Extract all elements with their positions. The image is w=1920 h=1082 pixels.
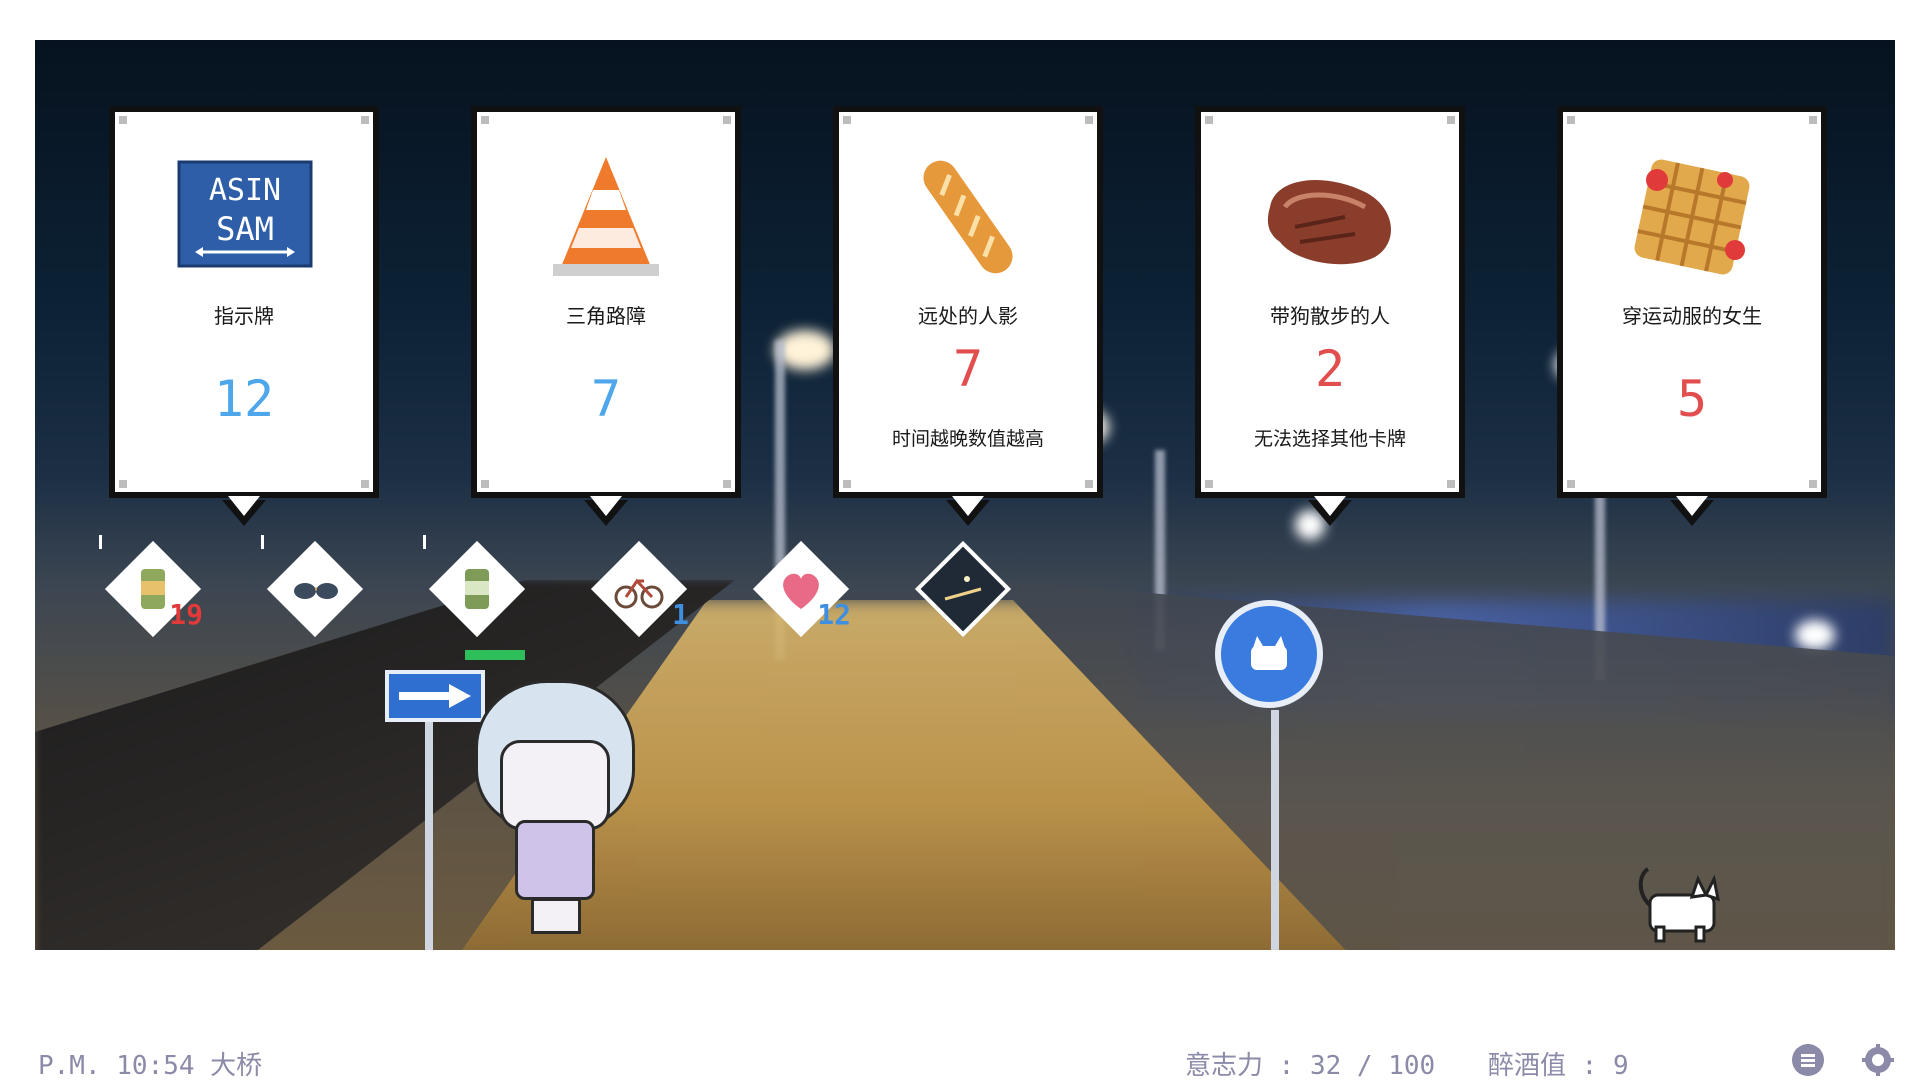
item-count: 19 bbox=[169, 598, 203, 631]
bicycle-icon bbox=[614, 578, 664, 609]
character-face bbox=[500, 740, 610, 830]
card-name: 指示牌 bbox=[214, 304, 274, 328]
svg-text:SAM: SAM bbox=[216, 210, 274, 248]
item-count: 1 bbox=[672, 598, 689, 631]
card-value: 2 bbox=[1314, 340, 1346, 398]
card-value: 5 bbox=[1676, 370, 1708, 428]
card-name: 穿运动服的女生 bbox=[1622, 304, 1762, 328]
card-value: 12 bbox=[213, 370, 275, 428]
item-slot[interactable] bbox=[261, 535, 359, 633]
waffle-icon bbox=[1634, 159, 1750, 275]
card-effect-note: 无法选择其他卡牌 bbox=[1253, 428, 1406, 450]
white-cat-icon bbox=[1638, 867, 1720, 943]
card-value: 7 bbox=[590, 370, 622, 428]
baguette-icon bbox=[923, 160, 1013, 274]
menu-icon bbox=[1801, 1054, 1815, 1067]
character-body bbox=[515, 820, 595, 900]
item-count: 12 bbox=[817, 598, 851, 631]
sunglasses-icon bbox=[294, 583, 338, 599]
character-legs bbox=[531, 898, 581, 934]
game-scene: ASIN SAM 指示牌 12 三角路障 7 远处的人影 7 时间越晚数值越高 … bbox=[35, 40, 1895, 950]
item-slot[interactable]: 1 bbox=[595, 545, 689, 633]
cat-road-sign bbox=[1215, 600, 1335, 950]
willpower-label: 意志力 : 32 / 100 bbox=[1185, 1051, 1436, 1081]
card-name: 带狗散步的人 bbox=[1270, 304, 1390, 328]
card-traffic-cone[interactable]: 三角路障 7 bbox=[477, 112, 735, 526]
gear-icon bbox=[1862, 1044, 1894, 1076]
card-distant-figure[interactable]: 远处的人影 7 时间越晚数值越高 bbox=[839, 112, 1097, 526]
menu-button[interactable] bbox=[1792, 1044, 1824, 1076]
drunk-level-label: 醉酒值 : 9 bbox=[1488, 1051, 1629, 1081]
player-character bbox=[455, 650, 645, 950]
card-sign[interactable]: ASIN SAM 指示牌 12 bbox=[115, 112, 373, 526]
steak-icon bbox=[1267, 180, 1392, 265]
card-value: 7 bbox=[952, 340, 984, 398]
time-location-label: P.M. 10:54 大桥 bbox=[38, 1051, 263, 1081]
settings-button[interactable] bbox=[1862, 1044, 1894, 1076]
character-health-bar bbox=[465, 650, 525, 660]
item-slot[interactable]: 19 bbox=[99, 535, 203, 633]
card-name: 远处的人影 bbox=[918, 304, 1018, 328]
item-slot[interactable]: 12 bbox=[757, 545, 851, 633]
night-bridge-icon bbox=[943, 569, 983, 609]
card-effect-note: 时间越晚数值越高 bbox=[891, 428, 1044, 450]
sign-icon: ASIN SAM bbox=[177, 160, 313, 268]
card-name: 三角路障 bbox=[566, 304, 646, 328]
cat-icon bbox=[1251, 636, 1287, 670]
card-sporty-girl[interactable]: 穿运动服的女生 5 bbox=[1563, 112, 1821, 526]
street-light bbox=[1795, 620, 1835, 650]
item-slot[interactable] bbox=[919, 545, 1007, 633]
card-dog-walker[interactable]: 带狗散步的人 2 无法选择其他卡牌 bbox=[1201, 112, 1459, 526]
traffic-cone-icon bbox=[553, 157, 659, 276]
item-slot[interactable] bbox=[423, 535, 521, 633]
beer-can-icon bbox=[465, 569, 489, 609]
svg-text:ASIN: ASIN bbox=[209, 173, 281, 208]
